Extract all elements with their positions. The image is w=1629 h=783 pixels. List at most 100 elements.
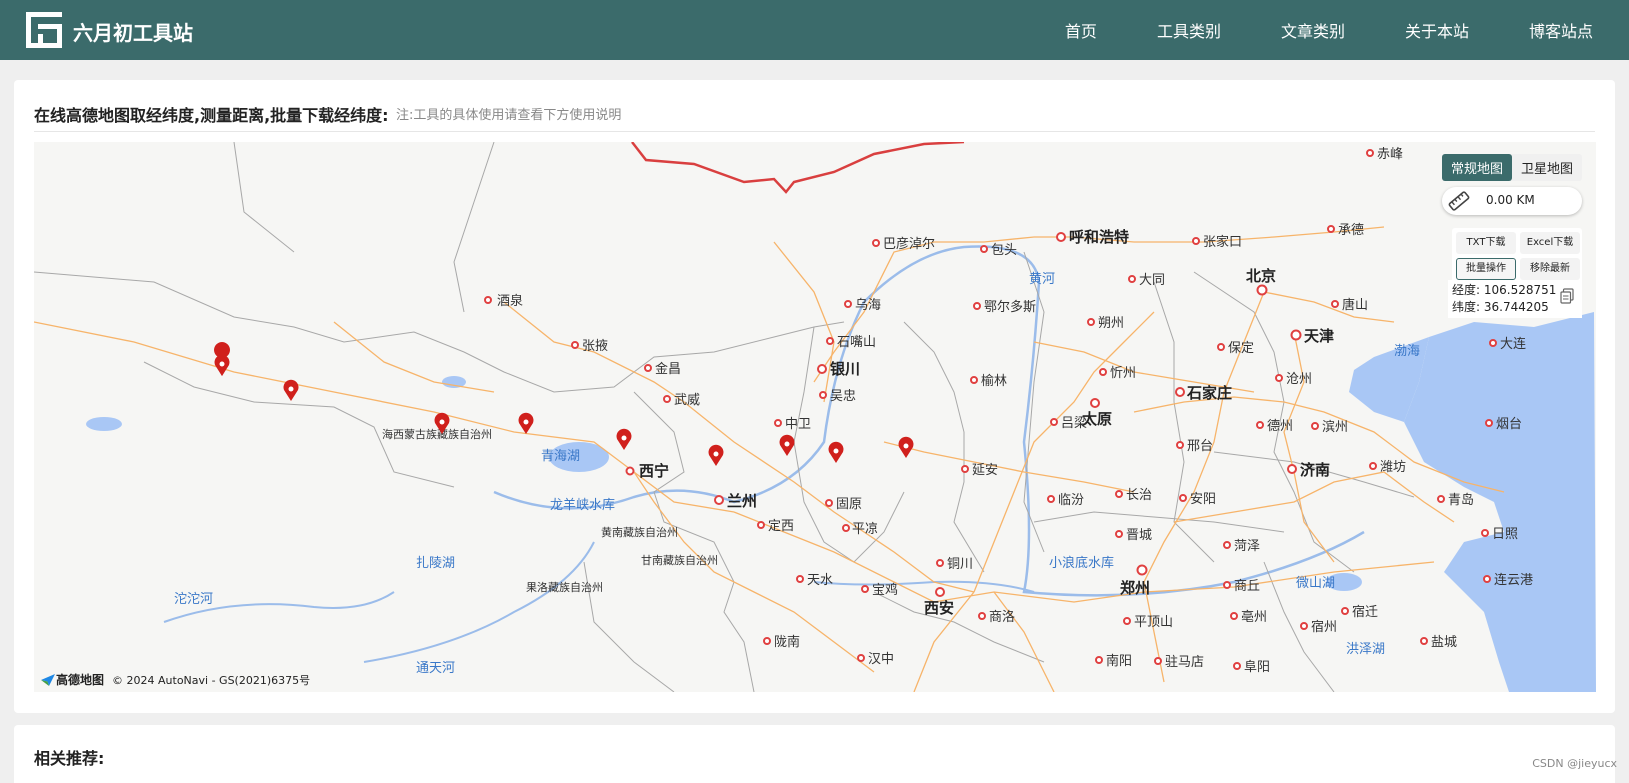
map-label: 乌海 <box>855 297 881 313</box>
map-label: 金昌 <box>655 361 681 377</box>
map-label: 吕梁 <box>1061 416 1087 431</box>
nav-blog[interactable]: 博客站点 <box>1529 18 1593 42</box>
map-label: 青海湖 <box>541 449 580 464</box>
amap-logo-text: 高德地图 <box>56 673 105 687</box>
map-label: 临汾 <box>1058 493 1084 508</box>
map-label: 宿州 <box>1311 619 1337 635</box>
map-label: 滨州 <box>1322 419 1348 435</box>
map-label: 日照 <box>1492 527 1518 542</box>
site-logo-icon[interactable] <box>24 10 64 50</box>
map-label: 固原 <box>836 497 862 512</box>
txt-download-button[interactable]: TXT下载 <box>1456 232 1516 254</box>
map-label: 长治 <box>1126 488 1152 503</box>
map-label: 兰州 <box>727 492 757 510</box>
map-label: 晋城 <box>1126 528 1152 543</box>
map-label: 黄河 <box>1029 272 1055 287</box>
distance-measure[interactable]: 0.00 KM <box>1442 187 1582 215</box>
amap-logo[interactable]: 高德地图 <box>40 671 104 688</box>
map-attribution: 高德地图 © 2024 AutoNavi - GS(2021)6375号 <box>40 671 310 688</box>
map-marker-icon <box>283 379 299 401</box>
amap-logo-icon <box>41 673 55 686</box>
map-label: 大同 <box>1139 273 1165 288</box>
map-label: 郑州 <box>1120 579 1150 597</box>
distance-value: 0.00 KM <box>1486 193 1535 207</box>
batch-operation-button[interactable]: 批量操作 <box>1456 258 1516 280</box>
map-label: 黄南藏族自治州 <box>601 525 678 539</box>
map-label: 定西 <box>768 519 794 534</box>
map-label: 连云港 <box>1494 572 1533 588</box>
remove-latest-button[interactable]: 移除最新 <box>1520 258 1580 280</box>
related-card: 相关推荐: <box>14 725 1615 783</box>
site-name[interactable]: 六月初工具站 <box>73 17 193 46</box>
copy-icon[interactable] <box>1560 288 1574 304</box>
ruler-icon[interactable] <box>1448 191 1470 211</box>
map-label: 忻州 <box>1110 366 1136 381</box>
map-label: 朔州 <box>1098 316 1124 331</box>
map-label: 天水 <box>807 573 833 588</box>
map-label: 甘南藏族自治州 <box>641 553 718 567</box>
map-label: 海西蒙古族藏族自治州 <box>382 427 492 441</box>
map-label: 铜川 <box>947 557 973 572</box>
excel-download-button[interactable]: Excel下载 <box>1520 232 1580 254</box>
map-label: 亳州 <box>1241 609 1267 625</box>
map-label: 赤峰 <box>1377 147 1403 162</box>
map-label: 小浪底水库 <box>1049 555 1114 571</box>
tool-title: 在线高德地图取经纬度,测量距离,批量下载经纬度: <box>34 106 389 125</box>
map-label: 张家口 <box>1203 234 1242 250</box>
map-label: 天津 <box>1304 327 1334 345</box>
divider <box>34 131 1595 132</box>
map-label: 南阳 <box>1106 653 1132 669</box>
map-marker-icon <box>214 342 231 376</box>
map-label: 唐山 <box>1342 297 1368 313</box>
map-label: 商丘 <box>1234 579 1260 594</box>
map-label: 西安 <box>924 599 954 617</box>
map-label: 保定 <box>1228 341 1254 356</box>
map-label: 巴彦淖尔 <box>883 236 935 252</box>
map-label: 银川 <box>830 360 860 378</box>
national-border <box>631 142 965 194</box>
map-label: 陇南 <box>774 634 800 650</box>
map-label: 大连 <box>1500 336 1526 352</box>
map-type-switch: 常规地图 卫星地图 <box>1441 154 1582 181</box>
nav-about[interactable]: 关于本站 <box>1405 18 1469 42</box>
main-nav: 首页 工具类别 文章类别 关于本站 博客站点 <box>1005 0 1593 60</box>
nav-home[interactable]: 首页 <box>1065 18 1097 42</box>
map-container[interactable]: 酒泉 张掖 金昌 武威 西宁 兰州 银川 吴忠 中卫 固原 平凉 定西 天水 宝… <box>34 142 1596 692</box>
map-type-normal-button[interactable]: 常规地图 <box>1441 154 1512 181</box>
lat-label: 纬度: <box>1452 300 1481 314</box>
map-label: 菏泽 <box>1234 539 1260 554</box>
watermark: CSDN @jieyucx <box>1532 757 1617 770</box>
map-label: 武威 <box>674 393 700 408</box>
map-label: 潍坊 <box>1380 460 1406 475</box>
map-label: 汉中 <box>868 652 894 667</box>
map-label: 宝鸡 <box>872 582 898 598</box>
tool-note: 注:工具的具体使用请查看下方使用说明 <box>396 108 622 123</box>
header-bar: 六月初工具站 首页 工具类别 文章类别 关于本站 博客站点 <box>0 0 1629 60</box>
operations-panel: TXT下载 Excel下载 批量操作 移除最新 <box>1452 228 1582 284</box>
map-base[interactable]: 酒泉 张掖 金昌 武威 西宁 兰州 银川 吴忠 中卫 固原 平凉 定西 天水 宝… <box>34 142 1596 692</box>
map-label: 中卫 <box>785 417 811 432</box>
map-marker-icon <box>898 436 914 458</box>
map-label: 石嘴山 <box>837 335 876 350</box>
map-marker-icon <box>828 441 844 463</box>
map-label: 酒泉 <box>497 293 523 309</box>
nav-article-categories[interactable]: 文章类别 <box>1281 18 1345 42</box>
map-type-satellite-button[interactable]: 卫星地图 <box>1512 154 1582 181</box>
map-label: 吴忠 <box>830 389 856 404</box>
map-label: 石家庄 <box>1186 384 1232 402</box>
map-label: 沧州 <box>1286 371 1312 387</box>
map-label: 北京 <box>1246 267 1276 285</box>
map-label: 龙羊峡水库 <box>550 497 615 513</box>
nav-tool-categories[interactable]: 工具类别 <box>1157 18 1221 42</box>
lat-value: 36.744205 <box>1483 300 1549 314</box>
map-label: 济南 <box>1300 461 1330 479</box>
map-label: 果洛藏族自治州 <box>526 580 603 594</box>
map-label: 扎陵湖 <box>416 556 455 571</box>
map-label: 沱沱河 <box>174 591 213 607</box>
map-label: 渤海 <box>1394 343 1420 359</box>
map-label: 邢台 <box>1187 439 1213 454</box>
map-label: 德州 <box>1267 419 1293 434</box>
map-label: 安阳 <box>1190 492 1216 507</box>
map-label: 阜阳 <box>1244 659 1270 675</box>
map-label: 包头 <box>991 243 1017 258</box>
